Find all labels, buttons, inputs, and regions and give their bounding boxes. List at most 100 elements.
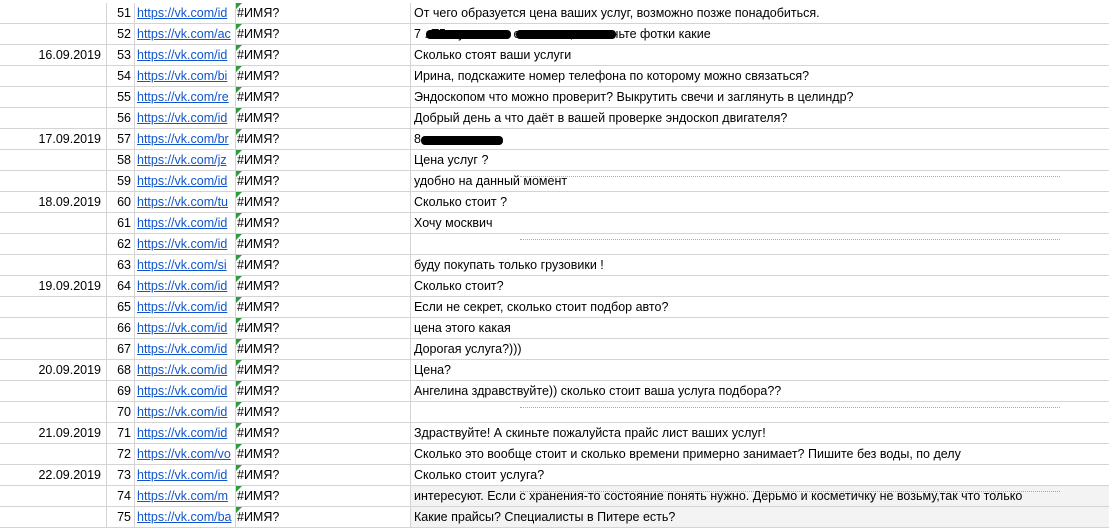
profile-link[interactable]: https://vk.com/ba [137, 510, 231, 524]
name-cell[interactable]: #ИМЯ? [236, 45, 411, 66]
name-cell[interactable]: #ИМЯ? [236, 276, 411, 297]
row-number-cell[interactable]: 63 [107, 255, 135, 276]
message-cell[interactable]: Если не секрет, сколько стоит подбор авт… [411, 297, 1109, 318]
row-number-cell[interactable]: 57 [107, 129, 135, 150]
link-cell[interactable]: https://vk.com/id [135, 339, 236, 360]
message-cell[interactable]: Сколько стоят ваши услуги [411, 45, 1109, 66]
message-cell[interactable]: От чего образуется цена ваших услуг, воз… [411, 3, 1109, 24]
row-number-cell[interactable]: 61 [107, 213, 135, 234]
row-number-cell[interactable]: 68 [107, 360, 135, 381]
link-cell[interactable]: https://vk.com/id [135, 213, 236, 234]
date-cell[interactable]: 20.09.2019 [0, 360, 107, 381]
profile-link[interactable]: https://vk.com/id [137, 111, 227, 125]
message-cell[interactable]: Эндоскопом что можно проверит? Выкрутить… [411, 87, 1109, 108]
row-number-cell[interactable]: 51 [107, 3, 135, 24]
row-number-cell[interactable]: 65 [107, 297, 135, 318]
link-cell[interactable]: https://vk.com/tu [135, 192, 236, 213]
profile-link[interactable]: https://vk.com/jz [137, 153, 227, 167]
link-cell[interactable]: https://vk.com/re [135, 87, 236, 108]
row-number-cell[interactable]: 74 [107, 486, 135, 507]
date-cell[interactable]: 17.09.2019 [0, 129, 107, 150]
comment-indicator-icon[interactable] [236, 87, 242, 93]
profile-link[interactable]: https://vk.com/id [137, 468, 227, 482]
comment-indicator-icon[interactable] [236, 234, 242, 240]
message-cell[interactable]: Хочу москвич [411, 213, 1109, 234]
date-cell[interactable] [0, 234, 107, 255]
comment-indicator-icon[interactable] [236, 129, 242, 135]
date-cell[interactable] [0, 381, 107, 402]
message-cell[interactable]: Сколько стоит услуга? [411, 465, 1109, 486]
link-cell[interactable]: https://vk.com/id [135, 171, 236, 192]
name-cell[interactable]: #ИМЯ? [236, 339, 411, 360]
comment-indicator-icon[interactable] [236, 276, 242, 282]
profile-link[interactable]: https://vk.com/id [137, 216, 227, 230]
profile-link[interactable]: https://vk.com/id [137, 321, 227, 335]
date-cell[interactable] [0, 66, 107, 87]
message-cell[interactable]: 8 [411, 129, 1109, 150]
name-cell[interactable]: #ИМЯ? [236, 192, 411, 213]
row-number-cell[interactable]: 71 [107, 423, 135, 444]
date-cell[interactable] [0, 255, 107, 276]
profile-link[interactable]: https://vk.com/re [137, 90, 229, 104]
date-cell[interactable] [0, 87, 107, 108]
date-cell[interactable]: 16.09.2019 [0, 45, 107, 66]
row-number-cell[interactable]: 56 [107, 108, 135, 129]
link-cell[interactable]: https://vk.com/id [135, 45, 236, 66]
link-cell[interactable]: https://vk.com/id [135, 3, 236, 24]
comment-indicator-icon[interactable] [236, 423, 242, 429]
profile-link[interactable]: https://vk.com/id [137, 300, 227, 314]
profile-link[interactable]: https://vk.com/id [137, 174, 227, 188]
row-number-cell[interactable]: 67 [107, 339, 135, 360]
row-number-cell[interactable]: 53 [107, 45, 135, 66]
link-cell[interactable]: https://vk.com/m [135, 486, 236, 507]
name-cell[interactable]: #ИМЯ? [236, 255, 411, 276]
message-cell[interactable]: Добрый день а что даёт в вашей проверке … [411, 108, 1109, 129]
name-cell[interactable]: #ИМЯ? [236, 444, 411, 465]
message-cell[interactable]: Цена услуг ? [411, 150, 1109, 171]
message-cell[interactable]: Здраствуйте! А скиньте пожалуйста прайс … [411, 423, 1109, 444]
row-number-cell[interactable]: 58 [107, 150, 135, 171]
message-cell[interactable]: Цена? [411, 360, 1109, 381]
message-cell[interactable]: Сколько это вообще стоит и сколько време… [411, 444, 1109, 465]
comment-indicator-icon[interactable] [236, 402, 242, 408]
name-cell[interactable]: #ИМЯ? [236, 24, 411, 45]
link-cell[interactable]: https://vk.com/id [135, 423, 236, 444]
date-cell[interactable] [0, 213, 107, 234]
profile-link[interactable]: https://vk.com/id [137, 405, 227, 419]
link-cell[interactable]: https://vk.com/id [135, 402, 236, 423]
comment-indicator-icon[interactable] [236, 360, 242, 366]
name-cell[interactable]: #ИМЯ? [236, 360, 411, 381]
date-cell[interactable] [0, 486, 107, 507]
profile-link[interactable]: https://vk.com/id [137, 279, 227, 293]
profile-link[interactable]: https://vk.com/id [137, 342, 227, 356]
row-number-cell[interactable]: 55 [107, 87, 135, 108]
name-cell[interactable]: #ИМЯ? [236, 213, 411, 234]
comment-indicator-icon[interactable] [236, 507, 242, 513]
name-cell[interactable]: #ИМЯ? [236, 129, 411, 150]
comment-indicator-icon[interactable] [236, 381, 242, 387]
date-cell[interactable] [0, 339, 107, 360]
date-cell[interactable]: 18.09.2019 [0, 192, 107, 213]
link-cell[interactable]: https://vk.com/ac [135, 24, 236, 45]
link-cell[interactable]: https://vk.com/id [135, 276, 236, 297]
profile-link[interactable]: https://vk.com/tu [137, 195, 228, 209]
profile-link[interactable]: https://vk.com/id [137, 426, 227, 440]
link-cell[interactable]: https://vk.com/id [135, 381, 236, 402]
row-number-cell[interactable]: 59 [107, 171, 135, 192]
comment-indicator-icon[interactable] [236, 171, 242, 177]
link-cell[interactable]: https://vk.com/jz [135, 150, 236, 171]
row-number-cell[interactable]: 60 [107, 192, 135, 213]
comment-indicator-icon[interactable] [236, 45, 242, 51]
row-number-cell[interactable]: 73 [107, 465, 135, 486]
comment-indicator-icon[interactable] [236, 150, 242, 156]
name-cell[interactable]: #ИМЯ? [236, 381, 411, 402]
date-cell[interactable] [0, 402, 107, 423]
date-cell[interactable] [0, 318, 107, 339]
comment-indicator-icon[interactable] [236, 444, 242, 450]
profile-link[interactable]: https://vk.com/vo [137, 447, 231, 461]
comment-indicator-icon[interactable] [236, 318, 242, 324]
date-cell[interactable] [0, 3, 107, 24]
comment-indicator-icon[interactable] [236, 192, 242, 198]
date-cell[interactable] [0, 171, 107, 192]
name-cell[interactable]: #ИМЯ? [236, 318, 411, 339]
